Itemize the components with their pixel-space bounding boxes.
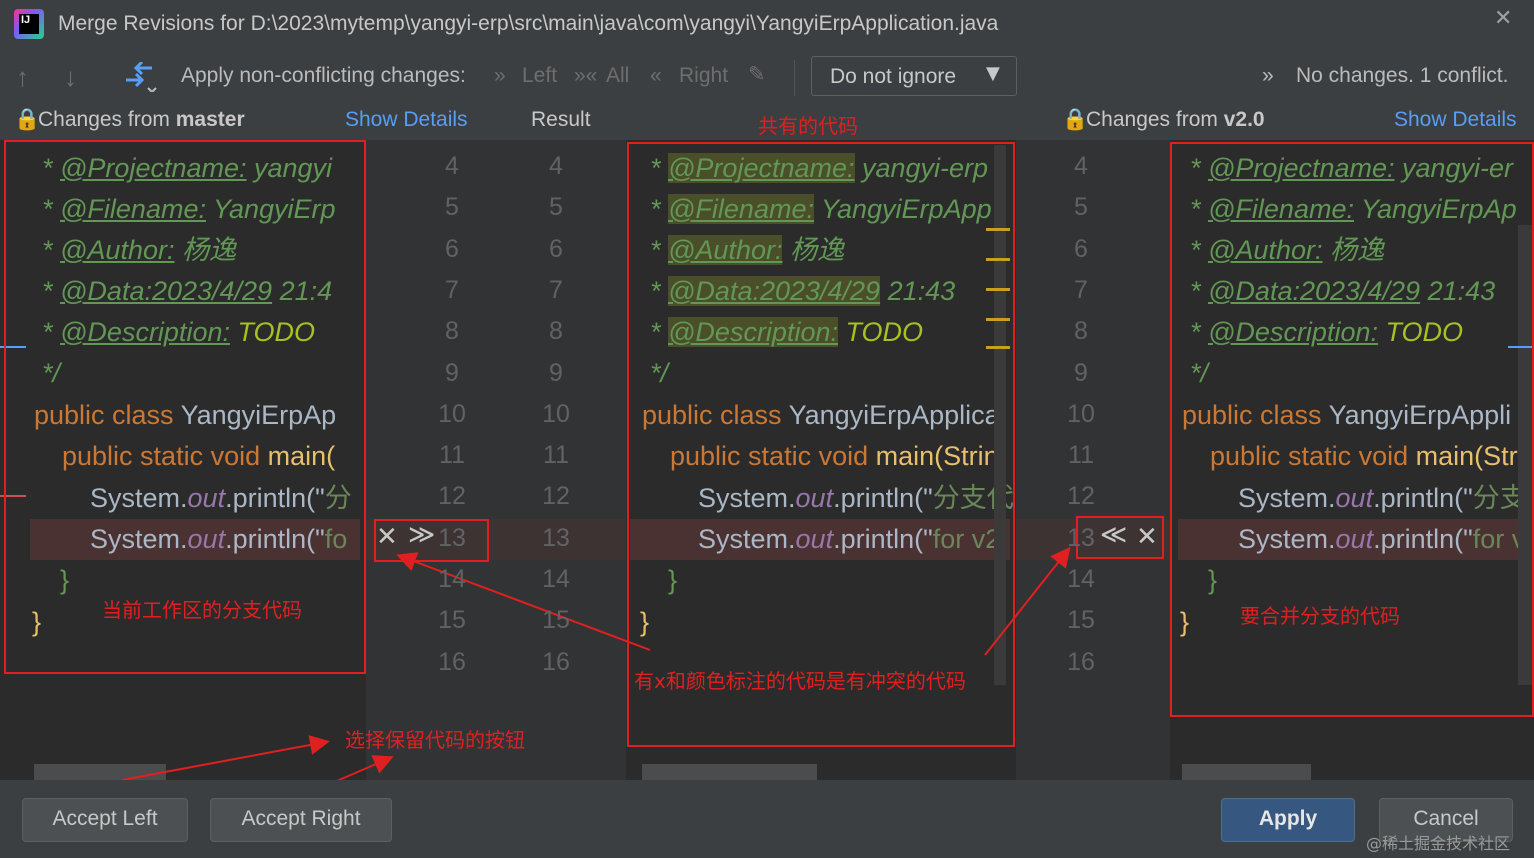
result-line-number: 7 <box>549 275 563 304</box>
accept-left-button[interactable]: Accept Left <box>22 798 188 842</box>
right-line-number: 6 <box>1074 234 1088 263</box>
result-line-number: 4 <box>549 152 563 180</box>
result-line-number: 12 <box>542 482 570 511</box>
right-line-number: 16 <box>1067 647 1095 676</box>
result-line-number: 9 <box>549 358 563 387</box>
left-line-number: 9 <box>445 358 459 387</box>
left-line-number: 7 <box>445 275 459 304</box>
result-line-number: 11 <box>543 441 569 470</box>
right-line-number: 5 <box>1074 193 1088 222</box>
right-line-number: 7 <box>1074 275 1088 304</box>
right-line-number: 12 <box>1067 482 1095 511</box>
result-line-number: 8 <box>549 317 563 346</box>
right-line-number: 8 <box>1074 317 1088 346</box>
left-line-number: 12 <box>438 482 466 511</box>
result-line-number: 13 <box>542 523 570 552</box>
left-line-number: 4 <box>445 152 459 180</box>
right-line-number: 9 <box>1074 358 1088 387</box>
left-line-number: 15 <box>438 606 466 635</box>
watermark: @稀土掘金技术社区 <box>1366 834 1511 853</box>
right-line-number: 15 <box>1067 606 1095 635</box>
right-line-number: 13 <box>1067 523 1095 552</box>
left-line-number: 10 <box>438 399 466 428</box>
apply-button[interactable]: Apply <box>1221 798 1355 842</box>
result-line-number: 16 <box>542 647 570 676</box>
result-line-number: 14 <box>542 565 570 593</box>
right-line-number: 10 <box>1067 399 1095 428</box>
result-line-number: 10 <box>542 399 570 428</box>
accept-right-button[interactable]: Accept Right <box>210 798 392 842</box>
left-line-number: 5 <box>445 193 459 222</box>
right-line-number: 4 <box>1074 152 1088 180</box>
left-line-number: 11 <box>439 441 465 470</box>
right-line-number: 11 <box>1068 441 1094 470</box>
right-line-number: 14 <box>1067 565 1095 593</box>
result-line-number: 6 <box>549 234 563 263</box>
left-line-number: 6 <box>445 234 459 263</box>
result-line-number: 5 <box>549 193 563 222</box>
result-line-number: 15 <box>542 606 570 635</box>
left-line-number: 8 <box>445 317 459 346</box>
left-line-number: 14 <box>438 565 466 593</box>
annotation-arrows <box>121 546 1071 791</box>
left-line-number: 16 <box>438 647 466 676</box>
left-line-number: 13 <box>438 523 466 552</box>
